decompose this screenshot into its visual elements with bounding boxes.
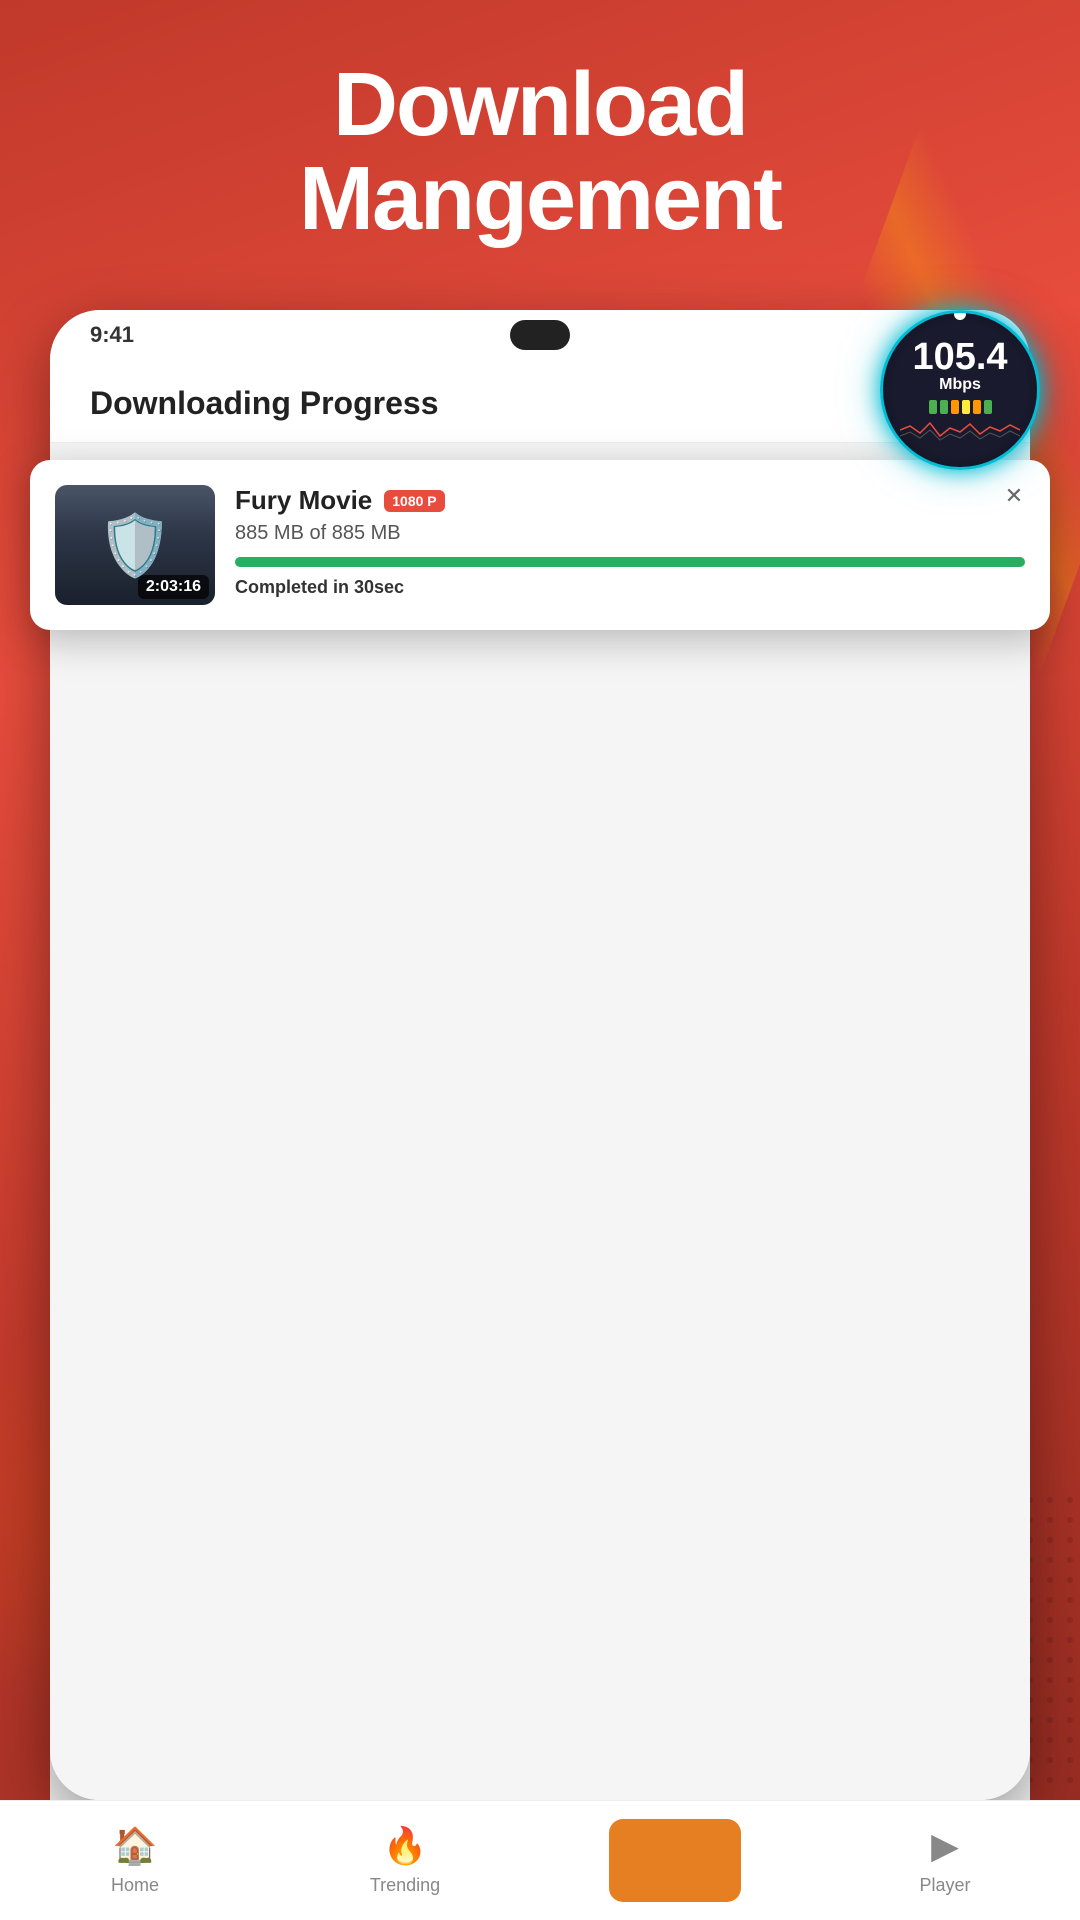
fury-knight-icon: 🛡️ [98, 510, 173, 581]
trending-icon: 🔥 [383, 1825, 428, 1867]
player-label: Player [919, 1875, 970, 1896]
fury-size: 885 MB of 885 MB [235, 522, 1025, 545]
downloading-title: Downloading Progress [90, 385, 990, 422]
bottom-navigation: 🏠 Home 🔥 Trending ⬇ Progress ▶ Player [0, 1800, 1080, 1920]
nav-trending[interactable]: 🔥 Trending [270, 1825, 540, 1896]
speed-value: 105.4 [912, 338, 1007, 376]
fury-progress-bar [235, 557, 1025, 567]
nav-progress[interactable]: ⬇ Progress [540, 1819, 810, 1902]
fury-close-button[interactable]: ✕ [996, 478, 1032, 514]
speed-bar-3 [951, 400, 959, 414]
fury-card: 🛡️ 2:03:16 Fury Movie 1080 P 885 MB of 8… [30, 460, 1050, 630]
nav-home[interactable]: 🏠 Home [0, 1825, 270, 1896]
speed-bar-5 [973, 400, 981, 414]
speed-bar-2 [940, 400, 948, 414]
trending-label: Trending [370, 1875, 440, 1896]
fury-duration: 2:03:16 [138, 575, 209, 599]
speed-unit: Mbps [939, 376, 981, 394]
home-icon: 🏠 [113, 1825, 158, 1867]
progress-label: Progress [639, 1873, 711, 1894]
speed-bar-4 [962, 400, 970, 414]
home-label: Home [111, 1875, 159, 1896]
fury-status: Completed in 30sec [235, 577, 1025, 598]
progress-icon: ⬇ [660, 1827, 690, 1869]
player-icon: ▶ [931, 1825, 959, 1867]
fury-quality-badge: 1080 P [384, 490, 444, 512]
nav-player[interactable]: ▶ Player [810, 1825, 1080, 1896]
page-title-line1: Download [40, 60, 1040, 150]
phone-time: 9:41 [90, 322, 134, 348]
speed-bar-1 [929, 400, 937, 414]
speed-waveform [900, 418, 1020, 443]
speed-meter: 105.4 Mbps [880, 310, 1040, 470]
speed-bar-6 [984, 400, 992, 414]
fury-thumbnail: 🛡️ 2:03:16 [55, 485, 215, 605]
fury-title: Fury Movie [235, 485, 372, 516]
phone-notch [510, 320, 570, 350]
page-title-line2: Mangement [40, 150, 1040, 249]
